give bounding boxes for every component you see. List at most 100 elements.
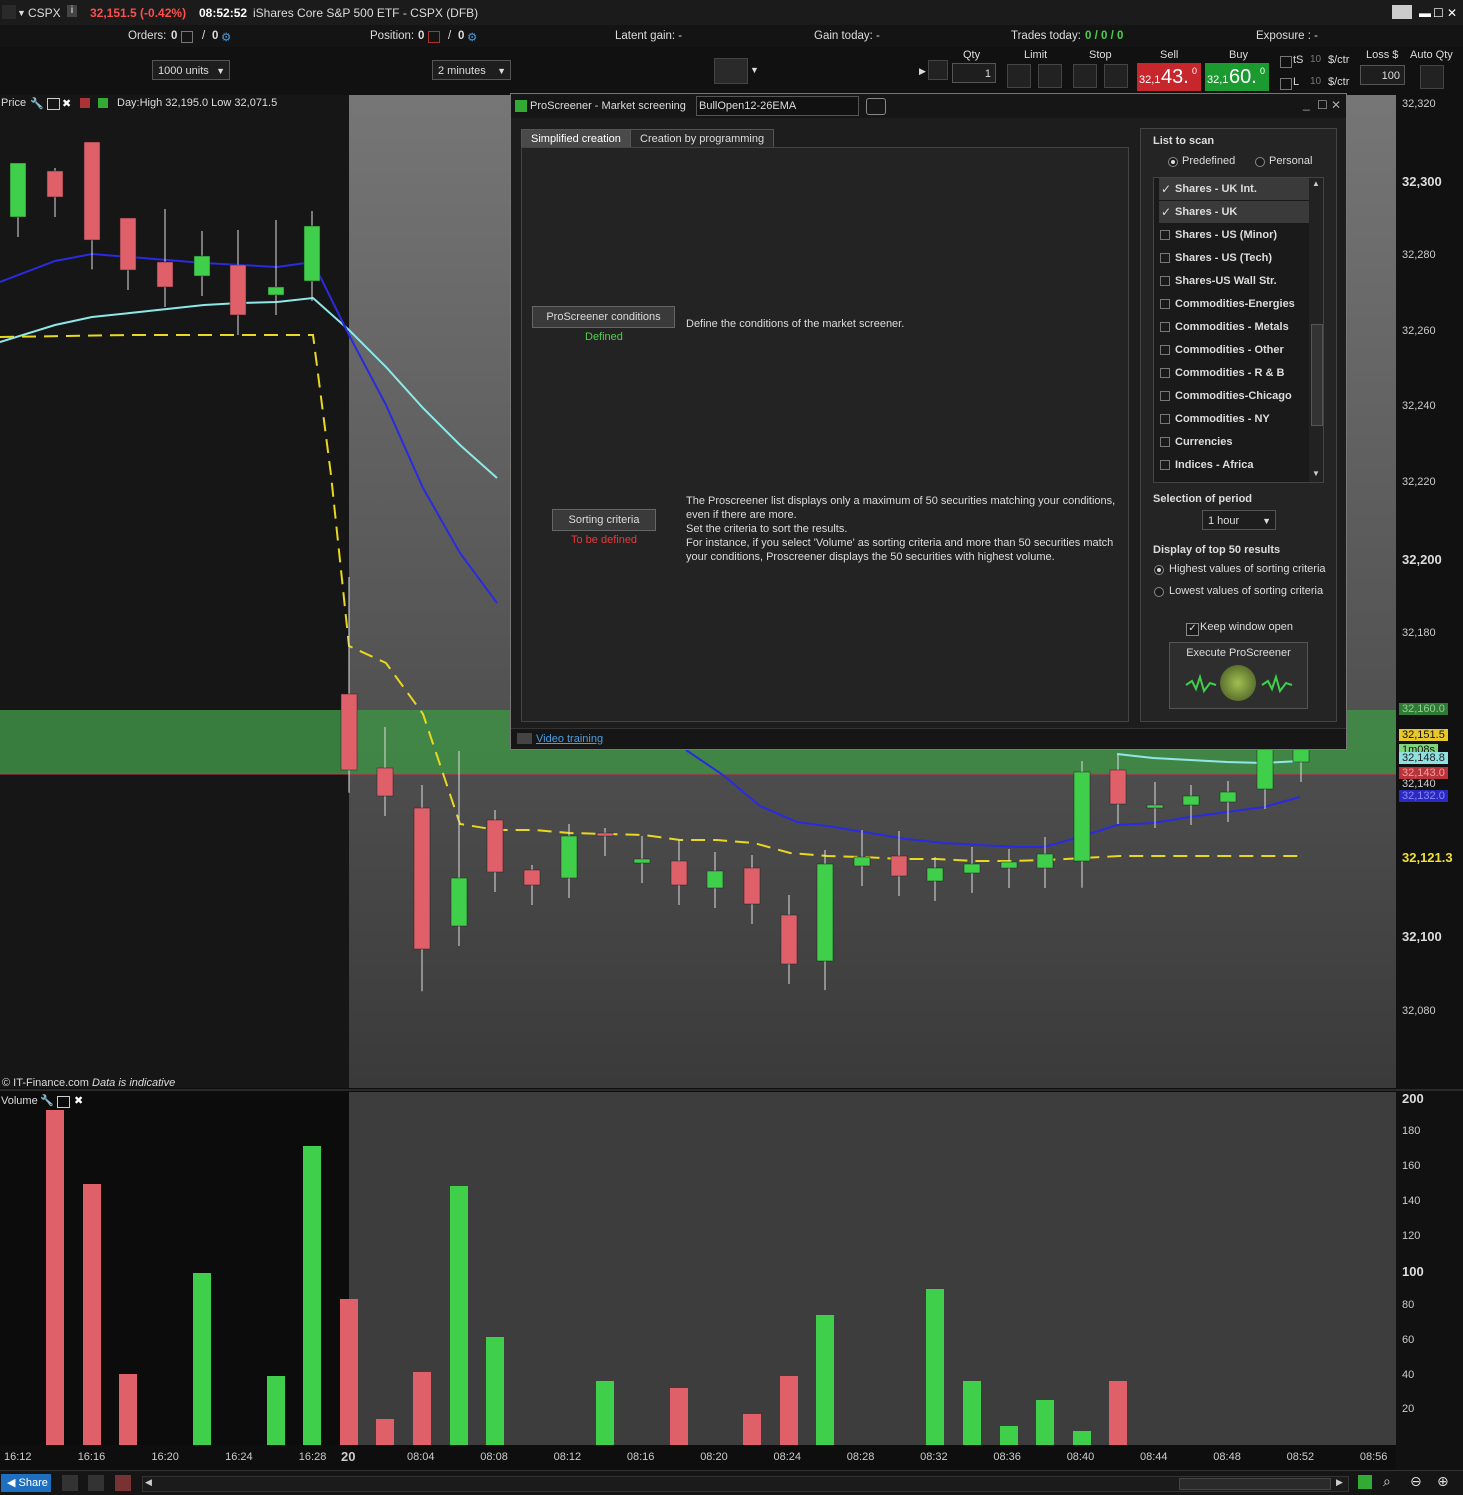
stop-buy-icon[interactable] bbox=[1073, 64, 1097, 88]
unchecked-box[interactable] bbox=[1160, 276, 1170, 286]
check-icon[interactable]: ✓ bbox=[1161, 178, 1171, 200]
scan-list[interactable]: ✓ Shares - UK Int. ✓ Shares - UK Shares - US… bbox=[1153, 177, 1324, 483]
zoom-out-icon[interactable]: ⊖ bbox=[1410, 1473, 1422, 1490]
l-value[interactable]: 10 bbox=[1310, 76, 1321, 87]
maximize-icon[interactable]: ☐ bbox=[1317, 98, 1328, 112]
chevron-down-icon[interactable]: ▼ bbox=[17, 8, 26, 18]
scan-list-item[interactable]: Shares - US (Minor) bbox=[1159, 224, 1311, 246]
drawing-tool-icon[interactable] bbox=[62, 1475, 78, 1491]
scan-list-item[interactable]: Commodities-Chicago bbox=[1159, 385, 1311, 407]
tab-simplified-creation[interactable]: Simplified creation bbox=[521, 129, 631, 148]
sell-button[interactable]: 32,1 43. 0 bbox=[1137, 63, 1201, 91]
position-gear-icon[interactable]: ⚙ bbox=[467, 30, 477, 44]
personal-radio[interactable] bbox=[1255, 157, 1265, 167]
scan-list-item[interactable]: ✓ Shares - UK bbox=[1159, 201, 1311, 223]
candles-icon[interactable] bbox=[115, 1475, 131, 1491]
scroll-thumb[interactable] bbox=[1311, 324, 1323, 426]
close-pane-icon[interactable]: ✖ bbox=[62, 97, 71, 110]
info-icon[interactable]: i bbox=[67, 5, 77, 17]
buy-button[interactable]: 32,1 60. 0 bbox=[1205, 63, 1269, 91]
scan-list-item[interactable]: Commodities - R & B bbox=[1159, 362, 1311, 384]
l-checkbox[interactable] bbox=[1280, 78, 1292, 90]
zoom-in-icon[interactable]: ⊕ bbox=[1437, 1473, 1449, 1490]
autoqty-icon[interactable] bbox=[1420, 65, 1444, 89]
limit-buy-icon[interactable] bbox=[1007, 64, 1031, 88]
wrench-icon[interactable]: 🔧 bbox=[40, 1094, 54, 1107]
add-indicator-icon[interactable] bbox=[714, 58, 748, 84]
scan-list-item[interactable]: Commodities - Other bbox=[1159, 339, 1311, 361]
orders-gear-icon[interactable]: ⚙ bbox=[221, 30, 231, 44]
horizontal-scrollbar[interactable]: ◀ ▶ bbox=[142, 1476, 1349, 1492]
tab-creation-by-programming[interactable]: Creation by programming bbox=[630, 129, 775, 148]
qty-input[interactable]: 1 bbox=[952, 63, 996, 83]
keyboard-icon[interactable] bbox=[1392, 5, 1412, 19]
scroll-up-icon[interactable]: ▲ bbox=[1312, 179, 1320, 188]
predefined-radio[interactable] bbox=[1168, 157, 1178, 167]
scan-list-item[interactable]: Commodities-Energies bbox=[1159, 293, 1311, 315]
close-icon[interactable]: ✕ bbox=[1447, 6, 1457, 20]
close-position-icon[interactable] bbox=[428, 31, 440, 43]
close-pane-icon[interactable]: ✖ bbox=[74, 1094, 83, 1107]
autoscale-icon[interactable] bbox=[1358, 1475, 1372, 1489]
scan-list-item[interactable]: Currencies bbox=[1159, 431, 1311, 453]
check-icon[interactable]: ✓ bbox=[1161, 201, 1171, 223]
scroll-thumb[interactable] bbox=[1179, 1478, 1331, 1490]
minimize-icon[interactable]: _ bbox=[1303, 97, 1310, 111]
unchecked-box[interactable] bbox=[1160, 414, 1170, 424]
symbol[interactable]: CSPX bbox=[28, 6, 61, 20]
lowest-radio[interactable] bbox=[1154, 587, 1164, 597]
scan-list-item[interactable]: ✓ Shares - UK Int. bbox=[1159, 178, 1311, 200]
expand-arrow-icon[interactable]: ▶ bbox=[919, 66, 926, 77]
scan-list-item[interactable]: Commodities - Metals bbox=[1159, 316, 1311, 338]
zoom-fit-icon[interactable]: ⌕ bbox=[1383, 1473, 1391, 1490]
cancel-orders-icon[interactable] bbox=[181, 31, 193, 43]
down-arrow-icon[interactable] bbox=[80, 98, 90, 108]
ts-value[interactable]: 10 bbox=[1310, 54, 1321, 65]
unchecked-box[interactable] bbox=[1160, 437, 1170, 447]
sorting-criteria-button[interactable]: Sorting criteria bbox=[552, 509, 656, 531]
up-arrow-icon[interactable] bbox=[98, 98, 108, 108]
scan-list-item[interactable]: Shares - US (Tech) bbox=[1159, 247, 1311, 269]
unchecked-box[interactable] bbox=[1160, 391, 1170, 401]
share-button[interactable]: ◀ Share bbox=[1, 1474, 51, 1492]
maximize-icon[interactable]: ☐ bbox=[1433, 6, 1444, 20]
video-training-link[interactable]: Video training bbox=[536, 733, 603, 745]
scan-list-item[interactable]: Indices - Africa bbox=[1159, 454, 1311, 476]
scan-list-item[interactable]: Commodities - NY bbox=[1159, 408, 1311, 430]
units-dropdown[interactable]: 1000 units ▼ bbox=[152, 60, 230, 80]
scan-list-scrollbar[interactable]: ▲ ▼ bbox=[1309, 178, 1323, 482]
window-icon[interactable] bbox=[47, 98, 60, 110]
unchecked-box[interactable] bbox=[1160, 299, 1170, 309]
help-icon[interactable] bbox=[866, 98, 886, 115]
proscreener-conditions-button[interactable]: ProScreener conditions bbox=[532, 306, 675, 328]
highest-radio[interactable] bbox=[1154, 565, 1164, 575]
wrench-icon[interactable] bbox=[928, 60, 948, 80]
keep-open-checkbox[interactable]: ✓ bbox=[1186, 623, 1199, 636]
unchecked-box[interactable] bbox=[1160, 345, 1170, 355]
chevron-down-icon[interactable]: ▼ bbox=[750, 65, 759, 75]
unchecked-box[interactable] bbox=[1160, 322, 1170, 332]
unchecked-box[interactable] bbox=[1160, 253, 1170, 263]
loss-input[interactable]: 100 bbox=[1360, 65, 1405, 85]
scroll-left-icon[interactable]: ◀ bbox=[145, 1477, 152, 1488]
chart-icon[interactable] bbox=[2, 5, 16, 19]
unchecked-box[interactable] bbox=[1160, 368, 1170, 378]
ts-checkbox[interactable] bbox=[1280, 56, 1292, 68]
minimize-icon[interactable]: ▬ bbox=[1419, 6, 1431, 20]
window-icon[interactable] bbox=[57, 1096, 70, 1108]
interval-dropdown[interactable]: 2 minutes ▼ bbox=[432, 60, 511, 80]
wrench-icon[interactable]: 🔧 bbox=[30, 97, 44, 110]
limit-sell-icon[interactable] bbox=[1038, 64, 1062, 88]
unchecked-box[interactable] bbox=[1160, 460, 1170, 470]
close-icon[interactable]: ✕ bbox=[1331, 98, 1341, 112]
stop-sell-icon[interactable] bbox=[1104, 64, 1128, 88]
scroll-right-icon[interactable]: ▶ bbox=[1336, 1477, 1343, 1488]
screener-name-input[interactable]: BullOpen12-26EMA bbox=[696, 96, 859, 116]
dialog-title-bar[interactable]: ProScreener - Market screening BullOpen1… bbox=[511, 94, 1346, 118]
period-dropdown[interactable]: 1 hour ▼ bbox=[1202, 510, 1276, 530]
execute-proscreener-button[interactable]: Execute ProScreener bbox=[1169, 642, 1308, 709]
unchecked-box[interactable] bbox=[1160, 230, 1170, 240]
scroll-down-icon[interactable]: ▼ bbox=[1312, 469, 1320, 478]
screenshot-icon[interactable] bbox=[88, 1475, 104, 1491]
scan-list-item[interactable]: Shares-US Wall Str. bbox=[1159, 270, 1311, 292]
